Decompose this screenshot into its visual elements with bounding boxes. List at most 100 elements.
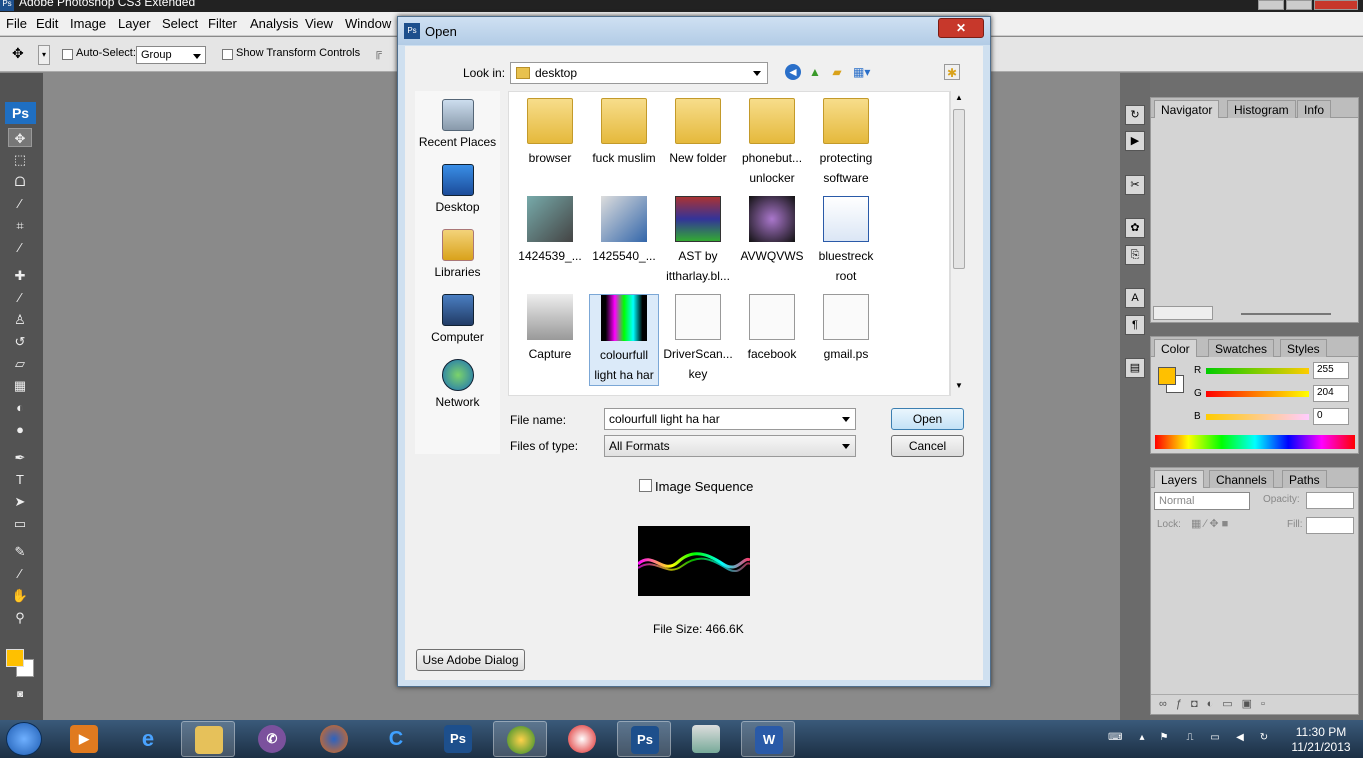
menu-analysis[interactable]: Analysis: [250, 16, 298, 31]
menu-file[interactable]: File: [6, 16, 27, 31]
file-item[interactable]: AVWQVWS: [737, 196, 807, 266]
shape-tool-icon[interactable]: ▭: [8, 514, 32, 533]
scroll-up-icon[interactable]: ▲: [955, 93, 963, 102]
history-panel-icon[interactable]: ↻: [1125, 105, 1145, 125]
taskbar-media-player[interactable]: ▶: [57, 721, 111, 757]
clone-stamp-icon[interactable]: ♙: [8, 310, 32, 329]
file-item[interactable]: browser: [515, 98, 585, 168]
file-item[interactable]: DriverScan... key: [663, 294, 733, 384]
place-libraries[interactable]: Libraries: [415, 229, 500, 279]
file-item[interactable]: facebook: [737, 294, 807, 364]
auto-select-checkbox[interactable]: [62, 49, 73, 60]
cancel-button[interactable]: Cancel: [891, 435, 964, 457]
brush-tool-icon[interactable]: ∕: [8, 288, 32, 307]
file-name-input[interactable]: colourfull light ha har: [604, 408, 856, 430]
type-tool-icon[interactable]: T: [8, 470, 32, 489]
healing-brush-icon[interactable]: ✚: [8, 266, 32, 285]
file-item-selected[interactable]: colourfull light ha har: [589, 294, 659, 386]
back-icon[interactable]: ◄: [785, 64, 801, 80]
clone-source-icon[interactable]: ⎘: [1125, 245, 1145, 265]
magic-wand-icon[interactable]: ⁄: [8, 194, 32, 213]
menu-edit[interactable]: Edit: [36, 16, 58, 31]
tool-presets-icon[interactable]: ✂: [1125, 175, 1145, 195]
color-spectrum[interactable]: [1155, 435, 1355, 449]
b-value[interactable]: 0: [1313, 408, 1349, 425]
file-item[interactable]: phonebut... unlocker: [737, 98, 807, 188]
zoom-tool-icon[interactable]: ⚲: [8, 608, 32, 627]
image-sequence-checkbox[interactable]: [639, 479, 652, 492]
taskbar-network-app[interactable]: [679, 721, 733, 757]
file-item[interactable]: 1424539_...: [515, 196, 585, 266]
tool-preset-dropdown[interactable]: ▾: [38, 45, 50, 65]
actions-panel-icon[interactable]: ▶: [1125, 131, 1145, 151]
tab-navigator[interactable]: Navigator: [1154, 100, 1220, 118]
gradient-tool-icon[interactable]: ▦: [8, 376, 32, 395]
flag-icon[interactable]: ⚑: [1158, 732, 1170, 744]
move-tool-icon[interactable]: ✥: [8, 128, 32, 147]
color-fg-swatch[interactable]: [1158, 367, 1176, 385]
tab-histogram[interactable]: Histogram: [1227, 100, 1296, 118]
view-menu-icon[interactable]: ▦▾: [853, 64, 870, 80]
character-panel-icon[interactable]: A: [1125, 288, 1145, 308]
file-item[interactable]: 1425540_...: [589, 196, 659, 266]
close-app-button[interactable]: [1314, 0, 1358, 10]
system-clock[interactable]: 11:30 PM 11/21/2013: [1282, 725, 1360, 755]
taskbar-firefox[interactable]: [307, 721, 361, 757]
look-in-dropdown[interactable]: desktop: [510, 62, 768, 84]
align-icon[interactable]: ╔: [374, 47, 382, 59]
taskbar-satellite-app[interactable]: [555, 721, 609, 757]
hand-tool-icon[interactable]: ✋: [8, 586, 32, 605]
taskbar-photoshop[interactable]: Ps: [431, 721, 485, 757]
tab-swatches[interactable]: Swatches: [1208, 339, 1275, 357]
scrollbar-thumb[interactable]: [953, 109, 965, 269]
history-brush-icon[interactable]: ↺: [8, 332, 32, 351]
place-desktop[interactable]: Desktop: [415, 164, 500, 214]
tab-styles[interactable]: Styles: [1280, 339, 1327, 357]
usb-icon[interactable]: ⎍: [1184, 732, 1196, 744]
minimize-button[interactable]: [1258, 0, 1284, 10]
taskbar-globe-app[interactable]: [493, 721, 547, 757]
place-computer[interactable]: Computer: [415, 294, 500, 344]
files-of-type-dropdown[interactable]: All Formats: [604, 435, 856, 457]
up-folder-icon[interactable]: ▲: [807, 64, 823, 80]
menu-layer[interactable]: Layer: [118, 16, 151, 31]
adobe-bridge-icon[interactable]: ✱: [944, 64, 960, 80]
taskbar-file-explorer[interactable]: [181, 721, 235, 757]
foreground-color-swatch[interactable]: [6, 649, 24, 667]
place-network[interactable]: Network: [415, 359, 500, 409]
layer-comps-icon[interactable]: ▤: [1125, 358, 1145, 378]
lasso-tool-icon[interactable]: ᗝ: [8, 172, 32, 191]
crop-tool-icon[interactable]: ⌗: [8, 216, 32, 235]
file-item[interactable]: fuck muslim: [589, 98, 659, 168]
lock-icons[interactable]: ▦ ∕ ✥ ■: [1191, 517, 1228, 530]
quick-mask-icon[interactable]: ◙: [8, 685, 32, 704]
file-item[interactable]: bluestreck root: [811, 196, 881, 286]
network-tray-icon[interactable]: ▭: [1209, 732, 1221, 744]
blend-mode-dropdown[interactable]: Normal: [1154, 492, 1250, 510]
auto-select-dropdown[interactable]: Group: [136, 46, 206, 64]
taskbar-photoshop-active[interactable]: Ps: [617, 721, 671, 757]
update-icon[interactable]: ↻: [1258, 732, 1270, 744]
new-folder-icon[interactable]: ▰: [829, 64, 845, 80]
show-transform-checkbox[interactable]: [222, 49, 233, 60]
show-hidden-icons[interactable]: ▴: [1136, 732, 1148, 744]
menu-filter[interactable]: Filter: [208, 16, 237, 31]
path-selection-icon[interactable]: ➤: [8, 492, 32, 511]
keyboard-icon[interactable]: ⌨: [1108, 732, 1122, 744]
file-item[interactable]: gmail.ps: [811, 294, 881, 364]
tab-channels[interactable]: Channels: [1209, 470, 1274, 488]
menu-select[interactable]: Select: [162, 16, 198, 31]
menu-view[interactable]: View: [305, 16, 333, 31]
open-button[interactable]: Open: [891, 408, 964, 430]
dodge-tool-icon[interactable]: ●: [8, 420, 32, 439]
opacity-field[interactable]: [1306, 492, 1354, 509]
paragraph-panel-icon[interactable]: ¶: [1125, 315, 1145, 335]
maximize-button[interactable]: [1286, 0, 1312, 10]
pen-tool-icon[interactable]: ✒: [8, 448, 32, 467]
notes-tool-icon[interactable]: ✎: [8, 542, 32, 561]
g-slider[interactable]: [1206, 391, 1309, 397]
taskbar-viber[interactable]: ✆: [245, 721, 299, 757]
fill-field[interactable]: [1306, 517, 1354, 534]
marquee-tool-icon[interactable]: ⬚: [8, 150, 32, 169]
r-slider[interactable]: [1206, 368, 1309, 374]
